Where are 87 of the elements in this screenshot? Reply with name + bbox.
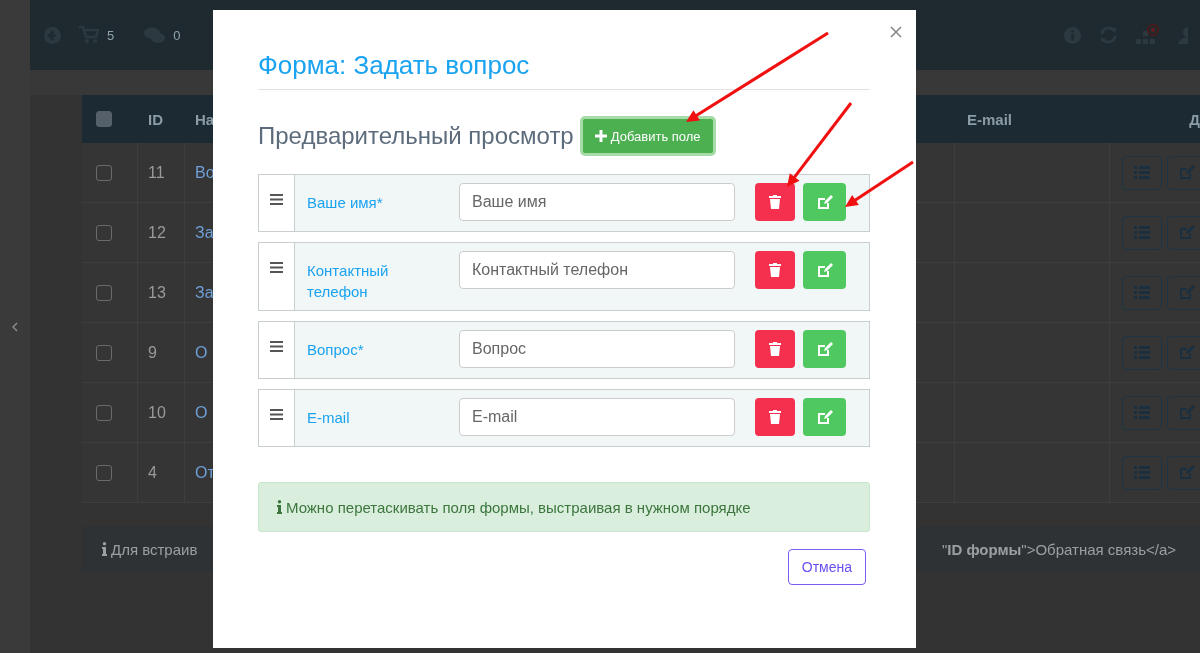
row-checkbox[interactable]: [96, 344, 112, 361]
edit-button[interactable]: [803, 398, 846, 436]
chevron-left-icon[interactable]: [12, 321, 18, 332]
trash-icon: [769, 410, 781, 424]
edit-button[interactable]: [1167, 335, 1200, 370]
list-button[interactable]: [1122, 155, 1162, 190]
table-cell: 13: [148, 283, 166, 302]
row-link[interactable]: О: [195, 343, 208, 362]
table-cell: 11: [148, 163, 165, 182]
edit-button[interactable]: [803, 183, 846, 221]
info-icon: [102, 542, 107, 556]
input-field[interactable]: Вопрос: [459, 330, 735, 368]
row-checkbox[interactable]: [96, 164, 112, 181]
list-icon: [1134, 466, 1150, 479]
delete-button[interactable]: [755, 330, 795, 368]
table-cell: 10: [148, 403, 166, 422]
row-checkbox[interactable]: [96, 284, 112, 301]
input-field[interactable]: Контактный телефон: [459, 251, 735, 289]
row-checkbox[interactable]: [96, 464, 112, 481]
add-field-button[interactable]: Добавить поле: [579, 116, 716, 156]
delete-button[interactable]: [755, 183, 795, 221]
edit-icon: [1179, 225, 1195, 240]
edit-icon: [1179, 345, 1195, 360]
field-label: Вопрос*: [307, 340, 365, 360]
drag-handle-icon[interactable]: [270, 194, 283, 205]
list-icon: [1134, 226, 1150, 239]
column-header: Д: [1110, 95, 1200, 143]
row-link[interactable]: О: [195, 403, 208, 422]
info-text: Можно перетаскивать поля формы, выстраивая в нужном порядке: [286, 498, 751, 516]
messages-count: 0: [173, 27, 181, 43]
edit-button[interactable]: [1167, 215, 1200, 250]
embed-code: "ID формы">Обратная связь</a>: [941, 540, 1176, 558]
row-checkbox[interactable]: [96, 224, 112, 241]
list-button[interactable]: [1122, 335, 1162, 370]
edit-button[interactable]: [1167, 275, 1200, 310]
table-cell: 9: [148, 343, 157, 362]
field-label: Контактный телефон: [307, 261, 390, 302]
edit-icon: [816, 262, 833, 278]
delete-button[interactable]: [755, 251, 795, 289]
plus-icon: [594, 130, 607, 142]
table-cell: 4: [148, 463, 157, 482]
trash-icon: [769, 263, 781, 277]
embed-hint: Для встраив: [111, 540, 198, 558]
list-icon: [1134, 346, 1150, 359]
input-field[interactable]: E-mail: [459, 398, 735, 436]
cancel-button[interactable]: Отмена: [787, 549, 866, 585]
row-link[interactable]: За: [195, 223, 214, 242]
edit-button[interactable]: [1167, 455, 1200, 490]
field-label: Ваше имя*: [307, 193, 384, 213]
list-button[interactable]: [1122, 275, 1162, 310]
edit-icon: [1179, 405, 1195, 420]
list-icon: [1134, 406, 1150, 419]
list-button[interactable]: [1122, 395, 1162, 430]
delete-button[interactable]: [755, 398, 795, 436]
trash-icon: [769, 342, 781, 356]
edit-icon: [816, 409, 833, 425]
field-label: E-mail: [307, 408, 351, 428]
trash-icon: [769, 195, 781, 209]
row-checkbox[interactable]: [96, 404, 112, 421]
column-header: E-mail: [955, 95, 1110, 143]
select-all-checkbox[interactable]: [96, 111, 112, 127]
edit-button[interactable]: [803, 251, 846, 289]
info-icon: [277, 500, 282, 514]
drag-handle-icon[interactable]: [270, 341, 283, 352]
list-icon: [1134, 166, 1150, 179]
edit-icon: [816, 194, 833, 210]
row-link[interactable]: За: [195, 283, 214, 302]
input-field[interactable]: Ваше имя: [459, 183, 735, 221]
edit-icon: [1179, 285, 1195, 300]
column-header: ID: [138, 95, 185, 143]
edit-button[interactable]: [1167, 395, 1200, 430]
edit-button[interactable]: [803, 330, 846, 368]
table-cell: 12: [148, 223, 166, 242]
list-button[interactable]: [1122, 215, 1162, 250]
edit-icon: [1179, 165, 1195, 180]
edit-icon: [816, 341, 833, 357]
row-link[interactable]: От: [195, 463, 215, 482]
drag-handle-icon[interactable]: [270, 262, 283, 273]
drag-handle-icon[interactable]: [270, 409, 283, 420]
modal-title: Форма: Задать вопрос: [258, 50, 870, 90]
edit-button[interactable]: [1167, 155, 1200, 190]
edit-icon: [1179, 465, 1195, 480]
network-icon[interactable]: [1136, 24, 1160, 46]
close-button[interactable]: [890, 26, 902, 38]
list-button[interactable]: [1122, 455, 1162, 490]
cart-count: 5: [107, 27, 115, 43]
list-icon: [1134, 286, 1150, 299]
